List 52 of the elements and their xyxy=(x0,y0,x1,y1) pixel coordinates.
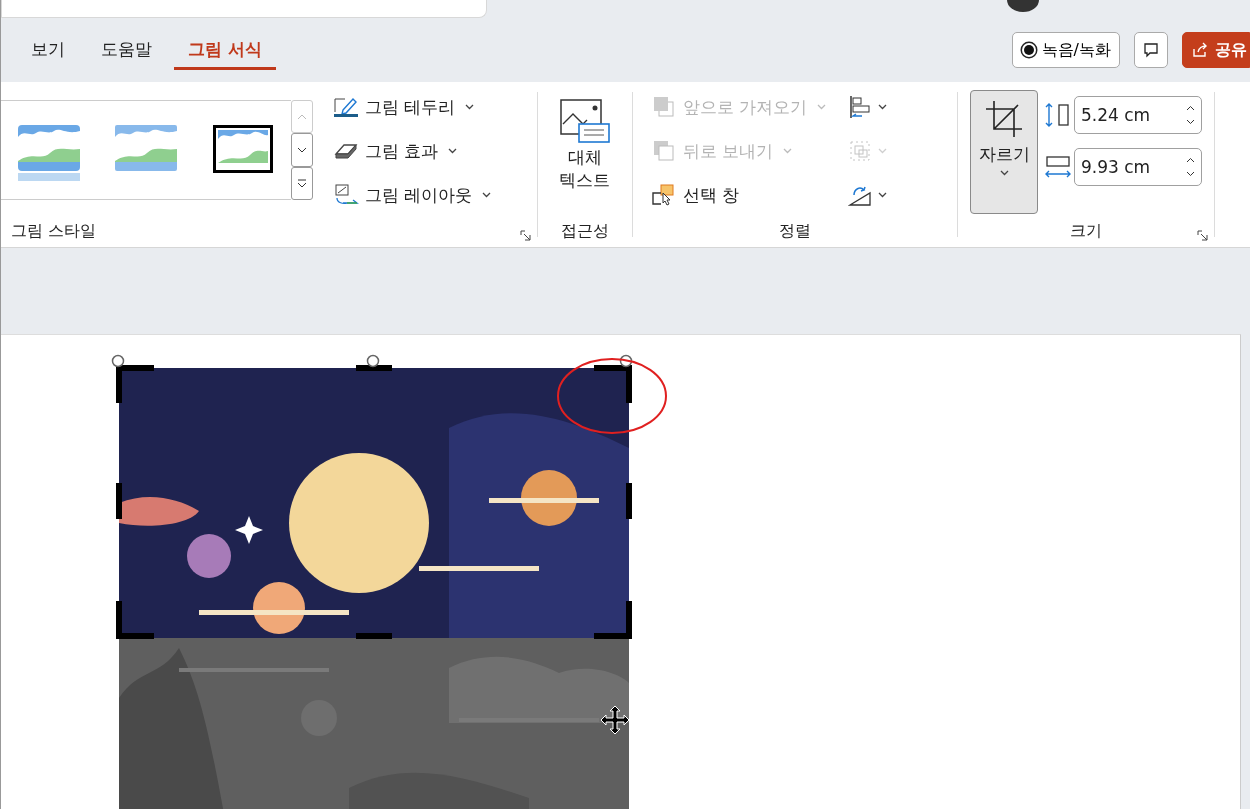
height-icon xyxy=(1044,102,1072,128)
search-field[interactable] xyxy=(1,0,487,18)
share-button[interactable]: 공유 xyxy=(1182,32,1250,68)
alt-text-icon xyxy=(559,98,611,144)
caret-icon xyxy=(878,148,888,154)
caret-icon xyxy=(783,148,793,154)
size-field[interactable]: 9.93 cm xyxy=(1074,148,1202,186)
spinner-arrows-icon[interactable] xyxy=(1186,104,1195,126)
avatar-icon[interactable] xyxy=(1007,0,1039,12)
caret-icon xyxy=(878,192,888,198)
spinner-arrows-icon[interactable] xyxy=(1186,156,1195,178)
caret-icon xyxy=(465,104,475,110)
width-icon xyxy=(1044,154,1072,180)
crop-button[interactable]: 자르기 xyxy=(970,90,1038,214)
size-field[interactable]: 5.24 cm xyxy=(1074,96,1202,134)
comment-button[interactable] xyxy=(1134,32,1168,68)
comment-icon xyxy=(1142,41,1160,59)
ribbon-tab[interactable]: 도움말 xyxy=(87,30,166,70)
group-label: 접근성 xyxy=(561,220,609,242)
alt-text-button[interactable]: 대체 텍스트 xyxy=(550,96,620,194)
ribbon-command[interactable]: 그림 레이아웃 xyxy=(329,174,496,216)
group-label: 크기 xyxy=(1070,220,1102,242)
ribbon-command[interactable]: 그림 테두리 xyxy=(329,86,496,128)
caret-icon xyxy=(878,104,888,110)
group-label: 그림 스타일 xyxy=(11,221,97,242)
crop-icon xyxy=(984,99,1024,139)
pencil-icon xyxy=(333,96,359,118)
ribbon-tab[interactable]: 그림 서식 xyxy=(174,30,276,70)
scroll-up-button[interactable] xyxy=(291,100,313,134)
more-styles-button[interactable] xyxy=(291,166,313,200)
caret-down-icon xyxy=(297,147,307,153)
ribbon-command[interactable]: 그림 효과 xyxy=(329,130,496,172)
expand-icon xyxy=(297,178,307,188)
record-icon xyxy=(1023,45,1034,55)
caret-icon xyxy=(817,104,827,110)
record-button[interactable]: 녹음/녹화 xyxy=(1011,32,1120,68)
dialog-launcher-icon[interactable] xyxy=(520,230,531,241)
caret-icon xyxy=(482,192,492,198)
share-icon xyxy=(1191,41,1209,59)
scroll-down-button[interactable] xyxy=(291,133,313,167)
layout-icon xyxy=(333,184,359,206)
send-backward-icon xyxy=(651,140,677,162)
caret-icon xyxy=(999,169,1009,176)
move-cursor-icon xyxy=(600,705,630,735)
selection-pane-icon xyxy=(651,184,677,206)
group-label: 정렬 xyxy=(779,221,811,242)
ribbon-tab[interactable]: 보기 xyxy=(17,30,79,70)
bring-forward-icon xyxy=(651,96,677,118)
dialog-launcher-icon[interactable] xyxy=(1197,230,1208,241)
caret-up-icon xyxy=(297,113,307,120)
caret-icon xyxy=(448,148,458,154)
ribbon-command[interactable]: 선택 창 xyxy=(647,174,831,216)
